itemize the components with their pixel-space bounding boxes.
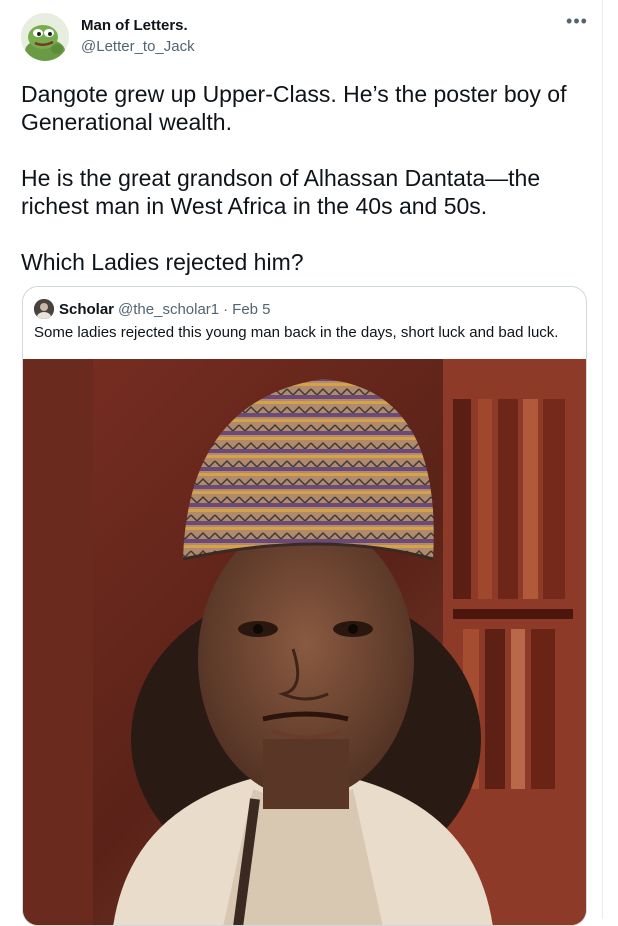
quoted-tweet-header: Scholar @the_scholar1 · Feb 5 — [34, 299, 271, 319]
author-handle[interactable]: @Letter_to_Jack — [81, 38, 195, 55]
quoted-tweet-text: Some ladies rejected this young man back… — [34, 324, 559, 341]
tweet-paragraph-3: Which Ladies rejected him? — [21, 249, 304, 275]
more-icon: ••• — [566, 11, 588, 31]
person-avatar-icon — [34, 299, 54, 319]
tweet-paragraph-1: Dangote grew up Upper-Class. He’s the po… — [21, 81, 567, 135]
portrait-photo — [23, 359, 586, 925]
tweet-card: Man of Letters. @Letter_to_Jack ••• Dang… — [0, 0, 603, 926]
quoted-author-avatar[interactable] — [34, 299, 54, 319]
author-avatar[interactable] — [21, 13, 69, 61]
frog-avatar-icon — [21, 13, 69, 61]
quoted-tweet-date[interactable]: Feb 5 — [232, 301, 270, 318]
quoted-author-handle[interactable]: @the_scholar1 — [118, 301, 219, 318]
more-options-button[interactable]: ••• — [563, 11, 591, 36]
author-name[interactable]: Man of Letters. — [81, 17, 188, 34]
quoted-tweet-photo[interactable] — [23, 359, 586, 925]
separator-dot: · — [223, 300, 229, 318]
tweet-text: Dangote grew up Upper-Class. He’s the po… — [21, 80, 591, 304]
tweet-paragraph-2: He is the great grandson of Alhassan Dan… — [21, 165, 541, 219]
quoted-tweet[interactable]: Scholar @the_scholar1 · Feb 5 Some ladie… — [22, 286, 587, 926]
quoted-author-name[interactable]: Scholar — [59, 301, 114, 318]
